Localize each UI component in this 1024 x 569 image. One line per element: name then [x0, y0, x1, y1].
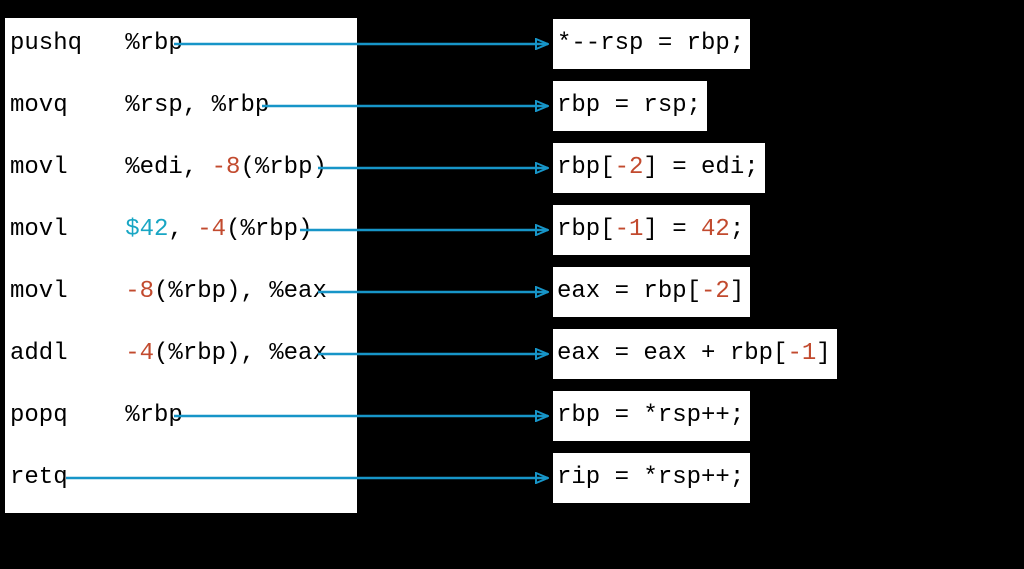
pseudoc-line: rbp = rsp;: [553, 81, 707, 131]
diagram-stage: pushq %rbp *--rsp = rbp; movq %rsp, %rbp rb…: [0, 0, 1024, 569]
pseudoc-line: rbp = *rsp++;: [553, 391, 750, 441]
asm-line: addl -4(%rbp), %eax: [10, 342, 327, 366]
asm-line: pushq %rbp: [10, 32, 183, 56]
asm-line: movl -8(%rbp), %eax: [10, 280, 327, 304]
pseudoc-line: eax = eax + rbp[-1]: [553, 329, 837, 379]
asm-line: movl %edi, -8(%rbp): [10, 156, 327, 180]
pseudoc-line: eax = rbp[-2]: [553, 267, 750, 317]
asm-line: movq %rsp, %rbp: [10, 94, 269, 118]
asm-line: retq: [10, 466, 68, 490]
pseudoc-line: rip = *rsp++;: [553, 453, 750, 503]
asm-line: movl $42, -4(%rbp): [10, 218, 312, 242]
asm-line: popq %rbp: [10, 404, 183, 428]
pseudoc-line: rbp[-1] = 42;: [553, 205, 750, 255]
pseudoc-line: *--rsp = rbp;: [553, 19, 750, 69]
pseudoc-line: rbp[-2] = edi;: [553, 143, 765, 193]
